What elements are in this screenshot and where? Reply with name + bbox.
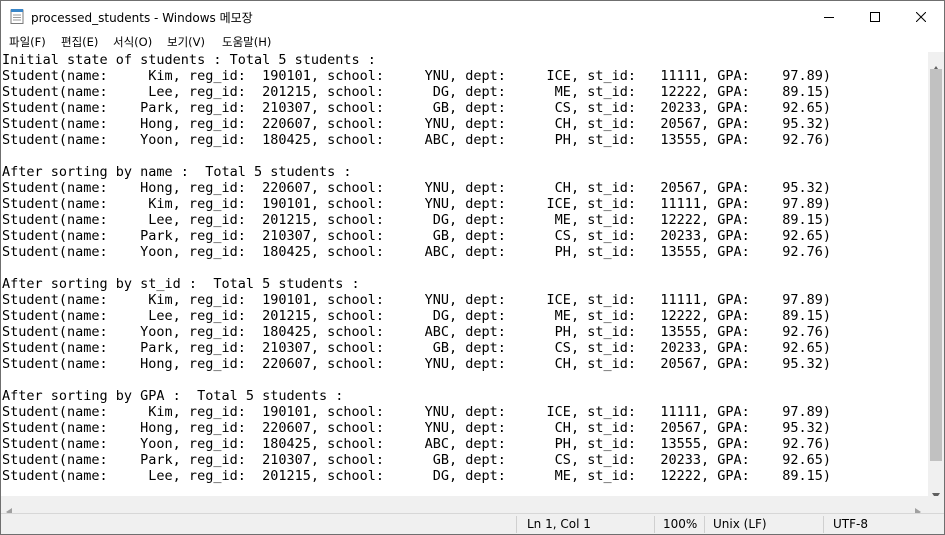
status-cursor-position: Ln 1, Col 1	[527, 517, 591, 531]
horizontal-scrollbar[interactable]	[1, 496, 928, 516]
status-encoding: UTF-8	[833, 517, 868, 531]
vertical-scroll-thumb[interactable]	[930, 69, 942, 461]
menu-edit[interactable]: 편집(E)	[61, 34, 98, 50]
notepad-icon	[10, 8, 24, 24]
minimize-icon	[824, 7, 834, 26]
status-separator	[823, 516, 824, 533]
close-icon	[915, 7, 927, 26]
status-separator	[654, 516, 655, 533]
maximize-button[interactable]	[852, 1, 898, 31]
menu-file[interactable]: 파일(F)	[9, 34, 46, 50]
notepad-window: processed_students - Windows 메모장 파일(F) 편…	[0, 0, 945, 535]
title-bar[interactable]: processed_students - Windows 메모장	[1, 1, 944, 31]
window-title: processed_students - Windows 메모장	[31, 11, 253, 25]
menu-view[interactable]: 보기(V)	[167, 34, 205, 50]
close-button[interactable]	[898, 1, 944, 31]
status-separator	[516, 516, 517, 533]
menu-help[interactable]: 도움말(H)	[222, 34, 271, 50]
editor-text[interactable]: Initial state of students : Total 5 stud…	[1, 52, 831, 484]
minimize-button[interactable]	[806, 1, 852, 31]
menu-format[interactable]: 서식(O)	[113, 34, 152, 50]
menu-bar: 파일(F) 편집(E) 서식(O) 보기(V) 도움말(H)	[1, 31, 944, 52]
text-editor[interactable]: Initial state of students : Total 5 stud…	[1, 52, 928, 496]
vertical-scrollbar[interactable]	[928, 52, 944, 499]
status-bar: Ln 1, Col 1 100% Unix (LF) UTF-8	[1, 513, 944, 534]
status-zoom: 100%	[663, 517, 698, 531]
scrollbar-corner	[928, 496, 944, 513]
status-separator	[704, 516, 705, 533]
status-line-ending: Unix (LF)	[713, 517, 767, 531]
maximize-icon	[870, 7, 880, 26]
